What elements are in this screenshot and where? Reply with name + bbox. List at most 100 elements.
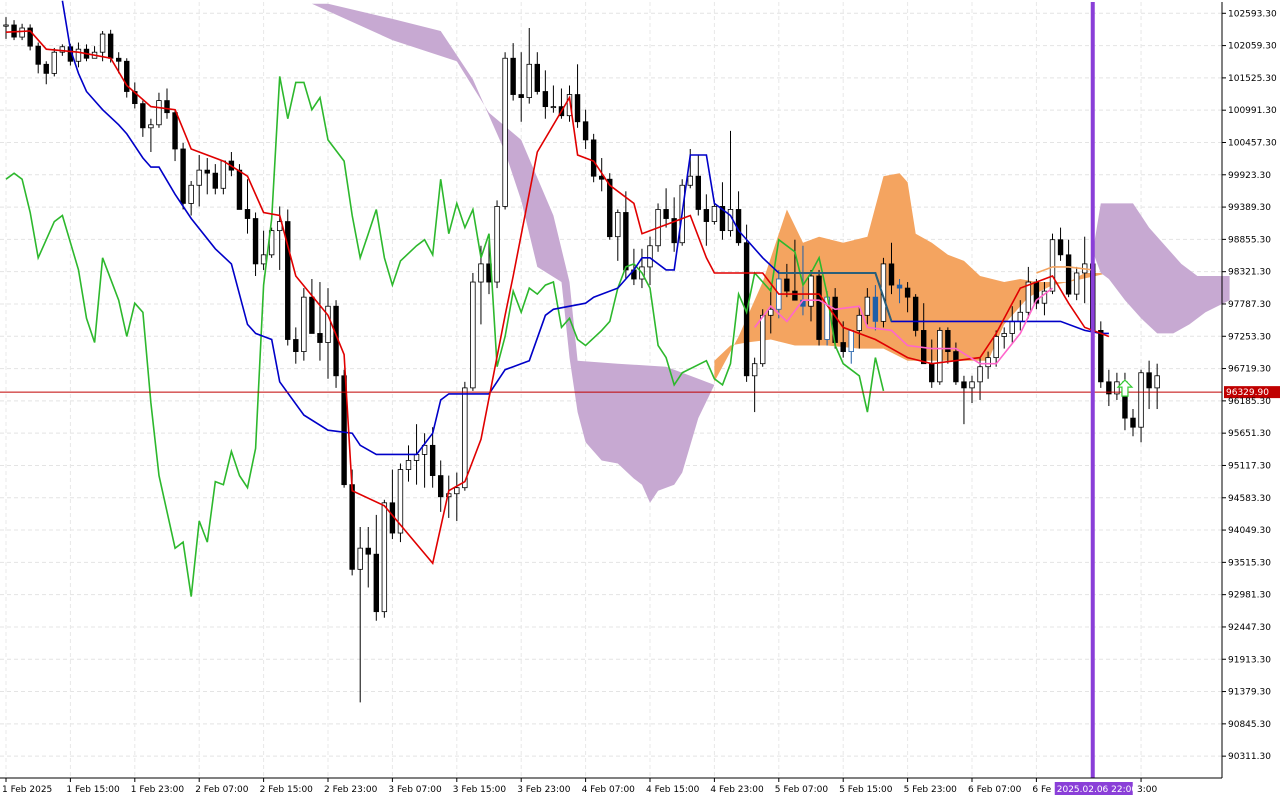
candle-body bbox=[607, 178, 613, 238]
candle-body bbox=[75, 48, 82, 62]
candle-body bbox=[309, 296, 315, 334]
y-tick-label: 94049.30 bbox=[1228, 526, 1271, 536]
candle-body bbox=[953, 351, 959, 383]
candle-body bbox=[937, 330, 943, 383]
candle-body bbox=[840, 342, 846, 352]
candle-body bbox=[502, 57, 508, 207]
candle-body bbox=[1025, 281, 1032, 313]
candle-body bbox=[357, 547, 363, 570]
candle-body bbox=[381, 502, 388, 613]
cursor-date-label: 2025.02.06 22:00 bbox=[1057, 785, 1138, 795]
candle-body bbox=[405, 460, 412, 470]
candle-body bbox=[1073, 272, 1080, 295]
candle-body bbox=[365, 547, 371, 555]
y-tick-label: 91913.30 bbox=[1228, 655, 1271, 665]
y-tick-label: 90845.30 bbox=[1228, 720, 1271, 730]
candle-body bbox=[1065, 254, 1072, 295]
candle-body bbox=[43, 63, 49, 74]
candle-body bbox=[212, 172, 218, 189]
candle-body bbox=[534, 63, 540, 92]
candle-body bbox=[107, 33, 114, 59]
x-tick-label: 2 Feb 07:00 bbox=[195, 785, 249, 795]
candle-body bbox=[526, 63, 532, 98]
candle-body bbox=[164, 100, 170, 114]
x-tick-label: 1 Feb 23:00 bbox=[131, 785, 185, 795]
candle-body bbox=[494, 206, 500, 283]
x-tick-label: 5 Feb 07:00 bbox=[775, 785, 829, 795]
candle-body bbox=[140, 103, 146, 129]
candle-body bbox=[454, 487, 460, 495]
y-tick-label: 99389.30 bbox=[1228, 203, 1271, 213]
candle-body bbox=[462, 387, 468, 489]
candle-body bbox=[768, 308, 774, 316]
x-tick-label: 1 Feb 2025 bbox=[2, 785, 52, 795]
candle-body bbox=[647, 245, 653, 268]
candle-body bbox=[977, 366, 983, 383]
candle-body bbox=[317, 333, 323, 343]
candle-body bbox=[19, 27, 25, 38]
candle-body bbox=[848, 330, 854, 352]
candle-body bbox=[1001, 333, 1007, 337]
x-tick-label: 4 Feb 23:00 bbox=[710, 785, 764, 795]
candle-body bbox=[1057, 239, 1064, 256]
y-tick-label: 96719.30 bbox=[1228, 365, 1271, 375]
x-tick-label: 6 Fe bbox=[1032, 785, 1051, 795]
y-tick-label: 102059.30 bbox=[1228, 42, 1277, 52]
candle-body bbox=[856, 314, 862, 331]
candle-body bbox=[188, 184, 194, 204]
candle-body bbox=[1009, 320, 1015, 334]
candle-body bbox=[51, 51, 57, 74]
candle-body bbox=[888, 263, 895, 286]
x-tick-label: 6 Feb 07:00 bbox=[968, 785, 1022, 795]
y-tick-label: 97787.30 bbox=[1228, 300, 1271, 310]
candle-body bbox=[784, 278, 790, 292]
candlesticks bbox=[3, 17, 1160, 703]
candle-body bbox=[623, 212, 629, 271]
candle-body bbox=[615, 212, 621, 238]
buy-signal-arrow-icon bbox=[1116, 379, 1134, 397]
x-tick-label: 2 Feb 15:00 bbox=[260, 785, 314, 795]
candle-body bbox=[711, 206, 718, 222]
candle-body bbox=[148, 124, 154, 129]
candle-body bbox=[413, 454, 420, 461]
candle-body bbox=[969, 381, 975, 389]
y-tick-label: 100457.30 bbox=[1228, 138, 1277, 148]
y-tick-label: 96185.30 bbox=[1228, 397, 1271, 407]
candle-body bbox=[961, 381, 967, 389]
y-tick-label: 95117.30 bbox=[1228, 461, 1271, 471]
candle-body bbox=[470, 281, 476, 389]
candle-body bbox=[590, 139, 597, 177]
y-tick-label: 94583.30 bbox=[1228, 494, 1271, 504]
candle-body bbox=[172, 112, 178, 150]
candle-body bbox=[542, 91, 549, 108]
y-tick-label: 92981.30 bbox=[1228, 591, 1271, 601]
candle-body bbox=[3, 24, 9, 27]
candle-body bbox=[325, 305, 331, 343]
candle-body bbox=[550, 106, 557, 109]
y-tick-label: 101525.30 bbox=[1228, 74, 1277, 84]
y-tick-label: 100991.30 bbox=[1228, 106, 1277, 116]
candle-body bbox=[116, 57, 122, 62]
candle-body bbox=[993, 336, 999, 359]
candle-body bbox=[236, 169, 243, 210]
x-tick-label: 3:00 bbox=[1137, 785, 1157, 795]
candle-body bbox=[1154, 375, 1160, 389]
candle-body bbox=[429, 444, 436, 476]
candle-body bbox=[1049, 239, 1056, 292]
candle-body bbox=[260, 254, 267, 265]
candle-body bbox=[687, 175, 693, 186]
candle-body bbox=[510, 57, 516, 95]
candle-body bbox=[816, 275, 822, 340]
y-tick-label: 92447.30 bbox=[1228, 623, 1271, 633]
candle-body bbox=[864, 296, 871, 316]
y-tick-label: 90311.30 bbox=[1228, 752, 1271, 762]
candle-body bbox=[929, 363, 935, 383]
price-chart[interactable]: 96329.902025.02.06 22:00 102593.30102059… bbox=[0, 0, 1280, 800]
candle-body bbox=[35, 45, 41, 65]
y-tick-label: 91379.30 bbox=[1228, 688, 1271, 698]
y-tick-label: 99923.30 bbox=[1228, 171, 1271, 181]
candle-body bbox=[204, 169, 210, 174]
candle-body bbox=[478, 263, 484, 283]
y-tick-label: 95651.30 bbox=[1228, 429, 1271, 439]
candle-body bbox=[1017, 311, 1023, 322]
